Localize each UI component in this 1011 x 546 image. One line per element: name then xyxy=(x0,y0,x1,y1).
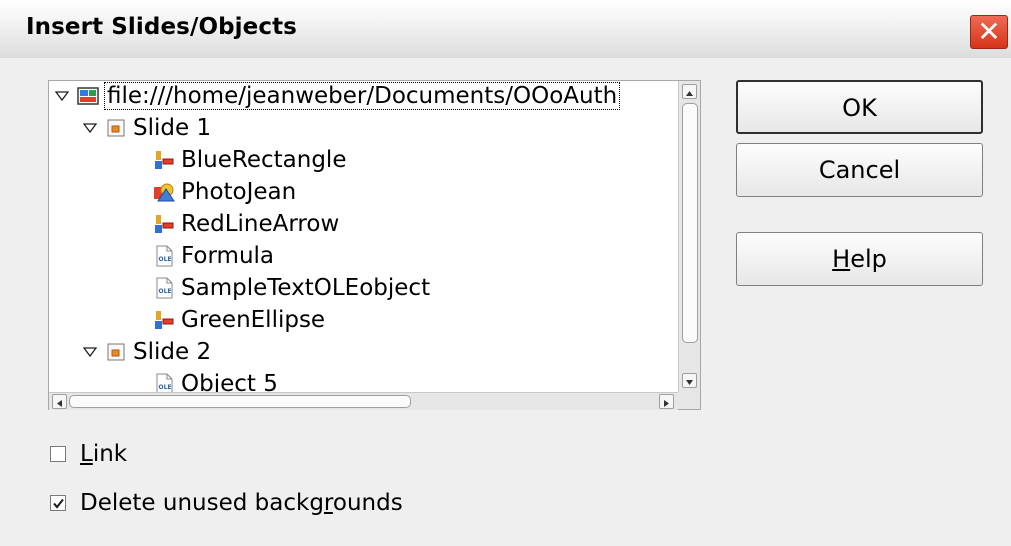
ole-object-icon: OLE xyxy=(153,277,175,299)
image-object-icon xyxy=(153,181,175,203)
dialog-title: Insert Slides/Objects xyxy=(26,14,297,40)
tree-item-label: Formula xyxy=(181,243,274,269)
link-label: Link xyxy=(80,441,127,467)
tree-item-sampletextoleobject[interactable]: OLE SampleTextOLEobject xyxy=(153,273,430,303)
horizontal-scroll-thumb[interactable] xyxy=(69,395,411,408)
delete-backgrounds-mnemonic: r xyxy=(323,490,333,516)
scroll-up-button[interactable] xyxy=(682,84,697,99)
help-button[interactable]: Help xyxy=(736,232,983,286)
draw-shape-icon xyxy=(153,213,175,235)
cancel-button[interactable]: Cancel xyxy=(736,143,983,197)
draw-shape-icon xyxy=(153,309,175,331)
tree-item-label: GreenEllipse xyxy=(181,307,326,333)
draw-shape-icon xyxy=(153,149,175,171)
objects-tree[interactable]: file:///home/jeanweber/Documents/OOoAuth… xyxy=(48,80,701,410)
slide-icon xyxy=(105,117,127,139)
tree-item-slide-1[interactable]: Slide 1 xyxy=(83,113,211,143)
tree-item-label: Slide 1 xyxy=(133,115,212,141)
tree-item-label: RedLineArrow xyxy=(181,211,340,237)
close-button[interactable]: ✕ xyxy=(970,15,1008,49)
delete-unused-backgrounds-option[interactable]: Delete unused backgrounds xyxy=(50,490,403,516)
delete-backgrounds-label: Delete unused backgrounds xyxy=(80,490,403,516)
tree-item-label: PhotoJean xyxy=(181,179,297,205)
tree-item-photojean[interactable]: PhotoJean xyxy=(153,177,296,207)
ole-object-icon: OLE xyxy=(153,245,175,267)
link-mnemonic: L xyxy=(80,441,93,467)
vertical-scrollbar[interactable] xyxy=(678,81,700,392)
tree-item-formula[interactable]: OLE Formula xyxy=(153,241,274,271)
svg-text:OLE: OLE xyxy=(159,256,172,263)
tree-root-row[interactable]: file:///home/jeanweber/Documents/OOoAuth xyxy=(55,81,621,111)
svg-text:OLE: OLE xyxy=(159,288,172,295)
label-part: ounds xyxy=(332,490,403,516)
help-mnemonic: H xyxy=(832,245,851,273)
presentation-file-icon xyxy=(77,85,99,107)
tree-item-label: BlueRectangle xyxy=(181,147,347,173)
tree-item-label: SampleTextOLEobject xyxy=(181,275,431,301)
chevron-right-icon xyxy=(664,400,669,407)
link-option[interactable]: Link xyxy=(50,441,127,467)
link-checkbox[interactable] xyxy=(50,446,66,462)
title-bar: Insert Slides/Objects ✕ xyxy=(0,0,1011,58)
ok-button[interactable]: OK xyxy=(736,80,983,134)
tree-item-greenellipse[interactable]: GreenEllipse xyxy=(153,305,325,335)
chevron-down-icon xyxy=(686,380,693,385)
slide-icon xyxy=(105,341,127,363)
help-label-rest: elp xyxy=(850,245,887,273)
checkmark-icon xyxy=(53,498,64,509)
vertical-scroll-thumb[interactable] xyxy=(682,103,698,343)
scrollbar-corner xyxy=(678,392,700,409)
chevron-left-icon xyxy=(57,400,62,407)
scroll-down-button[interactable] xyxy=(682,373,697,388)
svg-text:OLE: OLE xyxy=(159,384,172,391)
scroll-right-button[interactable] xyxy=(659,394,674,409)
label-part: Delete unused backg xyxy=(80,490,324,516)
horizontal-scrollbar[interactable] xyxy=(49,392,678,410)
delete-backgrounds-checkbox[interactable] xyxy=(50,495,66,511)
expand-triangle-icon[interactable] xyxy=(83,121,97,135)
link-label-rest: ink xyxy=(92,441,128,467)
expand-triangle-icon[interactable] xyxy=(55,89,69,103)
scroll-left-button[interactable] xyxy=(52,394,67,409)
tree-item-label: Slide 2 xyxy=(133,339,212,365)
tree-item-bluerectangle[interactable]: BlueRectangle xyxy=(153,145,346,175)
expand-triangle-icon[interactable] xyxy=(83,345,97,359)
tree-root-label: file:///home/jeanweber/Documents/OOoAuth xyxy=(103,82,621,110)
chevron-up-icon xyxy=(686,91,693,96)
tree-item-slide-2[interactable]: Slide 2 xyxy=(83,337,211,367)
tree-item-redlinearrow[interactable]: RedLineArrow xyxy=(153,209,339,239)
